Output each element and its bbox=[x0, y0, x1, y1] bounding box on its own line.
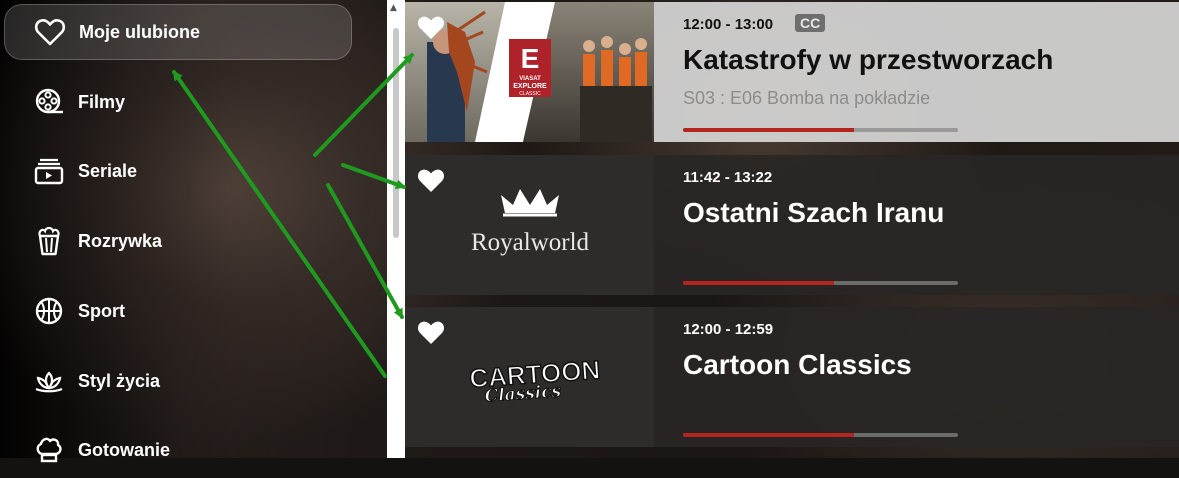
episode-subtitle: S03 : E06 Bomba na pokładzie bbox=[683, 88, 931, 108]
sidebar-item-label: Styl życia bbox=[78, 370, 161, 391]
sidebar-item-favorites[interactable]: Moje ulubione bbox=[4, 4, 352, 60]
sidebar-item-cooking[interactable]: Gotowanie bbox=[4, 422, 352, 478]
program-title: Cartoon Classics bbox=[683, 349, 912, 380]
logo-line1: VIASAT bbox=[519, 76, 541, 82]
sidebar-item-label: Moje ulubione bbox=[79, 21, 200, 42]
program-info: 12:00 - 13:00 CC Katastrofy w przestworz… bbox=[683, 2, 1163, 142]
program-info: 11:42 - 13:22 Ostatni Szach Iranu bbox=[683, 155, 1163, 295]
progress-fill bbox=[683, 281, 835, 285]
sidebar-item-label: Rozrywka bbox=[78, 230, 163, 251]
sidebar-item-label: Seriale bbox=[78, 160, 138, 181]
logo-line3: CLASSIC bbox=[519, 91, 541, 97]
tv-series-icon bbox=[32, 154, 66, 188]
sidebar-item-label: Gotowanie bbox=[78, 439, 171, 460]
progress-bar bbox=[683, 433, 958, 437]
sidebar-item-series[interactable]: Seriale bbox=[4, 143, 352, 199]
sidebar-item-label: Sport bbox=[78, 300, 125, 321]
heart-icon bbox=[33, 15, 67, 49]
scrollbar-thumb[interactable] bbox=[393, 28, 399, 238]
sidebar-nav: Moje ulubione Filmy Seriale Rozrywka Spo… bbox=[0, 0, 386, 463]
classics-logo-word: Classics bbox=[484, 381, 562, 406]
program-title: Ostatni Szach Iranu bbox=[683, 197, 945, 228]
channel-logo-text: Royalworld bbox=[471, 229, 590, 256]
channel-card[interactable]: CARTOON Classics 12:00 - 12:59 Cartoon C… bbox=[405, 307, 1179, 447]
program-info: 12:00 - 12:59 Cartoon Classics bbox=[683, 307, 1163, 447]
sidebar-item-sport[interactable]: Sport bbox=[4, 283, 352, 339]
progress-bar bbox=[683, 128, 958, 132]
logo-line2: EXPLORE bbox=[513, 83, 547, 90]
progress-bar bbox=[683, 281, 958, 285]
cc-badge: CC bbox=[795, 14, 826, 32]
lotus-icon bbox=[32, 364, 66, 398]
film-reel-icon bbox=[32, 85, 66, 119]
favorite-heart-icon[interactable] bbox=[417, 167, 445, 193]
progress-fill bbox=[683, 128, 854, 132]
program-time: 12:00 - 13:00 bbox=[683, 16, 774, 33]
favorite-heart-icon[interactable] bbox=[417, 14, 445, 40]
sidebar-item-lifestyle[interactable]: Styl życia bbox=[4, 353, 352, 409]
program-time: 12:00 - 12:59 bbox=[683, 321, 774, 338]
sidebar-item-label: Filmy bbox=[78, 91, 126, 112]
channel-card[interactable]: E VIASAT EXPLORE CLASSIC 12:00 - 13:00 C… bbox=[405, 2, 1179, 142]
chef-hat-icon bbox=[32, 433, 66, 467]
basketball-icon bbox=[32, 294, 66, 328]
sidebar-item-entertainment[interactable]: Rozrywka bbox=[4, 213, 352, 269]
progress-fill bbox=[683, 433, 854, 437]
favorite-heart-icon[interactable] bbox=[417, 319, 445, 345]
scroll-up-arrow-icon[interactable]: ▲ bbox=[390, 3, 397, 13]
popcorn-icon bbox=[32, 224, 66, 258]
program-title: Katastrofy w przestworzach bbox=[683, 44, 1054, 75]
logo-letter: E bbox=[521, 43, 540, 74]
sidebar-item-movies[interactable]: Filmy bbox=[4, 74, 352, 130]
program-time: 11:42 - 13:22 bbox=[683, 169, 773, 186]
channel-card[interactable]: Royalworld 11:42 - 13:22 Ostatni Szach I… bbox=[405, 155, 1179, 295]
